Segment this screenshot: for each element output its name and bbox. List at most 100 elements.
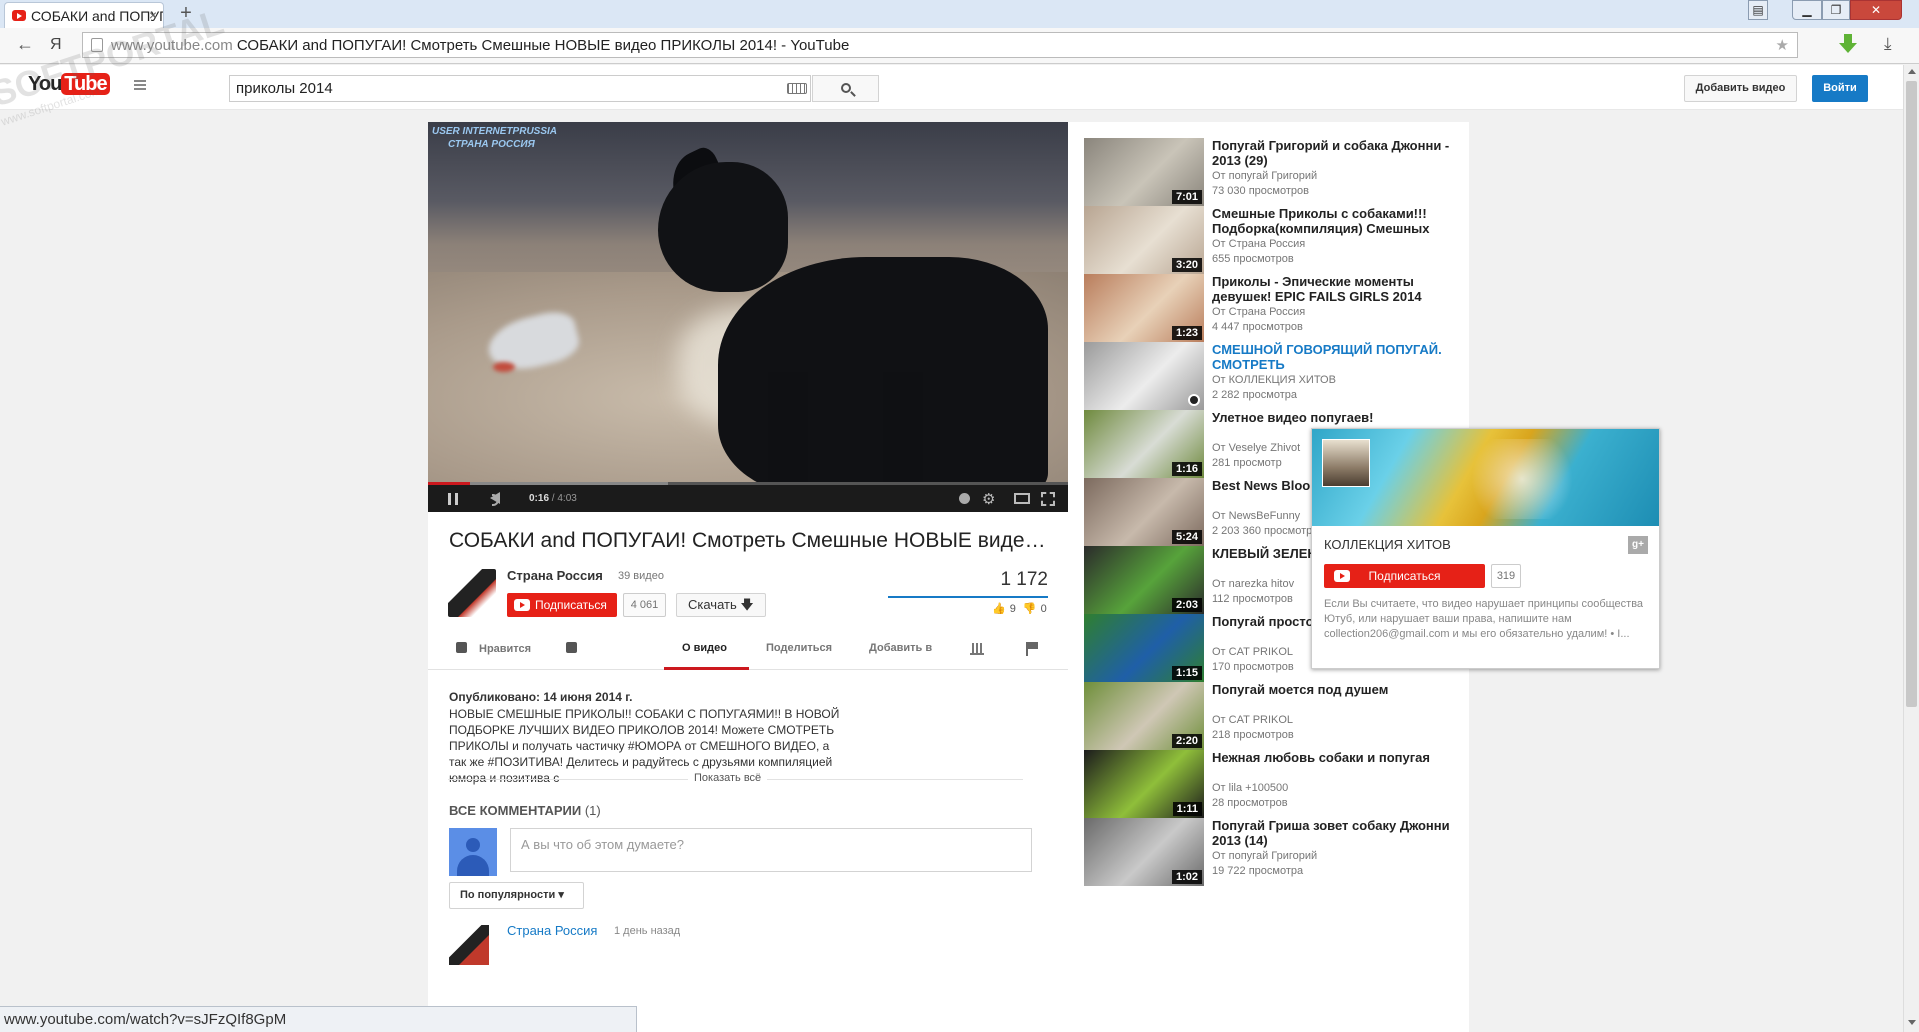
- scroll-up-arrow-icon[interactable]: [1908, 69, 1916, 74]
- related-video-author: От Страна Россия: [1212, 238, 1306, 250]
- downloads-icon[interactable]: ⤓: [1884, 34, 1892, 54]
- related-video-thumbnail[interactable]: 1:02: [1084, 818, 1204, 886]
- related-video-item[interactable]: 1:23 Приколы - Эпические моменты девушек!…: [1084, 274, 1464, 342]
- hovercard-channel-name[interactable]: КОЛЛЕКЦИЯ ХИТОВ: [1324, 537, 1451, 552]
- tab-title: СОБАКИ and ПОПУГ: [31, 8, 164, 24]
- video-overlay-text: USER INTERNETPRUSSIA СТРАНА РОССИЯ: [432, 126, 558, 150]
- dislike-button[interactable]: [566, 642, 589, 655]
- related-video-title[interactable]: Попугай моется под душем: [1212, 682, 1462, 697]
- video-description: НОВЫЕ СМЕШНЫЕ ПРИКОЛЫ!! СОБАКИ С ПОПУГАЯ…: [449, 707, 840, 785]
- page-scrollbar[interactable]: [1903, 65, 1919, 1032]
- upload-button[interactable]: Добавить видео: [1684, 75, 1797, 102]
- related-video-title[interactable]: Попугай Григорий и собака Джонни - 2013 …: [1212, 138, 1462, 168]
- time-display: 0:16 / 4:03: [529, 493, 577, 504]
- related-video-author: От КОЛЛЕКЦИЯ ХИТОВ: [1212, 374, 1336, 386]
- related-video-thumbnail[interactable]: 1:16: [1084, 410, 1204, 478]
- channel-avatar[interactable]: [448, 569, 496, 617]
- back-arrow-icon[interactable]: ←: [16, 34, 34, 55]
- related-video-item[interactable]: СМЕШНОЙ ГОВОРЯЩИЙ ПОПУГАЙ. СМОТРЕТЬ От КО…: [1084, 342, 1464, 410]
- related-video-title[interactable]: Попугай Гриша зовет собаку Джонни 2013 (…: [1212, 818, 1462, 848]
- related-video-thumbnail[interactable]: 3:20: [1084, 206, 1204, 274]
- like-button[interactable]: Нравится: [456, 642, 531, 655]
- search-input[interactable]: [229, 75, 811, 102]
- dislike-count-icon[interactable]: 👎: [1023, 603, 1037, 615]
- volume-icon[interactable]: [490, 492, 500, 506]
- like-ratio-bar: [888, 596, 1048, 598]
- related-video-title[interactable]: Нежная любовь собаки и попугая: [1212, 750, 1462, 765]
- related-video-title[interactable]: СМЕШНОЙ ГОВОРЯЩИЙ ПОПУГАЙ. СМОТРЕТЬ: [1212, 342, 1462, 372]
- related-video-item[interactable]: 7:01 Попугай Григорий и собака Джонни - 2…: [1084, 138, 1464, 206]
- hovercard-channel-avatar[interactable]: [1322, 439, 1370, 487]
- related-video-title[interactable]: Смешные Приколы с собаками!!! Подборка(к…: [1212, 206, 1462, 236]
- report-flag-icon[interactable]: [1026, 642, 1038, 656]
- related-video-thumbnail[interactable]: 2:20: [1084, 682, 1204, 750]
- related-video-title[interactable]: Улетное видео попугаев!: [1212, 410, 1462, 425]
- like-count-icon[interactable]: 👍: [992, 603, 1006, 615]
- tab-close-icon[interactable]: ×: [149, 7, 157, 23]
- comment-author-avatar[interactable]: [449, 925, 489, 965]
- search-button[interactable]: [812, 75, 879, 102]
- related-video-title[interactable]: Приколы - Эпические моменты девушек! EPI…: [1212, 274, 1462, 304]
- related-video-author: От CAT PRIKOL: [1212, 714, 1294, 726]
- video-player[interactable]: USER INTERNETPRUSSIA СТРАНА РОССИЯ 0:16 …: [428, 122, 1068, 512]
- tab-about[interactable]: О видео: [682, 642, 727, 654]
- related-video-thumbnail[interactable]: 5:24: [1084, 478, 1204, 546]
- comment-input[interactable]: А вы что об этом думаете?: [510, 828, 1032, 872]
- show-more-button[interactable]: Показать всё: [688, 772, 768, 784]
- hovercard-subscribe-button[interactable]: Подписаться: [1324, 564, 1485, 588]
- download-button[interactable]: Скачать 🡇: [676, 593, 766, 617]
- close-window-button[interactable]: ✕: [1850, 0, 1902, 20]
- minimize-button[interactable]: ▁: [1792, 0, 1822, 20]
- guide-menu-icon[interactable]: [134, 80, 146, 90]
- settings-gear-icon[interactable]: ⚙: [982, 490, 995, 508]
- scroll-thumb[interactable]: [1906, 81, 1917, 707]
- channel-video-count: 39 видео: [618, 570, 664, 582]
- comment-author[interactable]: Страна Россия: [507, 923, 597, 938]
- google-plus-icon[interactable]: g+: [1628, 536, 1648, 554]
- scroll-down-arrow-icon[interactable]: [1908, 1020, 1916, 1025]
- related-video-thumbnail[interactable]: 1:11: [1084, 750, 1204, 818]
- browser-tab[interactable]: СОБАКИ and ПОПУГ ×: [4, 2, 164, 28]
- tab-share[interactable]: Поделиться: [766, 642, 832, 654]
- channel-name-link[interactable]: Страна Россия: [507, 568, 603, 583]
- player-controls: 0:16 / 4:03 ⚙: [428, 485, 1068, 512]
- stats-icon[interactable]: [970, 643, 984, 655]
- related-video-thumbnail[interactable]: 7:01: [1084, 138, 1204, 206]
- sign-in-button[interactable]: Войти: [1812, 75, 1868, 102]
- maximize-button[interactable]: ❐: [1822, 0, 1850, 20]
- related-video-item[interactable]: 1:11 Нежная любовь собаки и попугая От lil…: [1084, 750, 1464, 818]
- comment-sort-dropdown[interactable]: По популярности ▾: [449, 882, 584, 909]
- youtube-play-icon: [1334, 570, 1350, 582]
- watch-later-clock-icon[interactable]: [1188, 394, 1200, 406]
- related-video-thumbnail[interactable]: 1:15: [1084, 614, 1204, 682]
- related-video-author: От CAT PRIKOL: [1212, 646, 1294, 658]
- bookmark-star-icon[interactable]: ★: [1776, 36, 1789, 54]
- theater-mode-icon[interactable]: [1014, 493, 1030, 504]
- related-video-author: От Veselye Zhivot: [1212, 442, 1301, 454]
- related-video-thumbnail[interactable]: 2:03: [1084, 546, 1204, 614]
- search-icon: [841, 83, 851, 93]
- related-video-views: 19 722 просмотра: [1212, 865, 1304, 877]
- fullscreen-icon[interactable]: [1041, 492, 1055, 506]
- related-video-thumbnail[interactable]: 1:23: [1084, 274, 1204, 342]
- video-duration: 2:03: [1171, 598, 1202, 612]
- video-duration: 1:11: [1172, 802, 1202, 816]
- new-tab-button[interactable]: +: [174, 2, 198, 26]
- subscribe-button[interactable]: Подписаться: [507, 593, 617, 617]
- page-icon: [91, 38, 103, 52]
- download-arrow-green-icon[interactable]: [1838, 33, 1858, 55]
- annotations-icon[interactable]: [959, 493, 970, 504]
- yandex-button[interactable]: Я: [50, 36, 62, 54]
- related-video-item[interactable]: 1:02 Попугай Гриша зовет собаку Джонни 20…: [1084, 818, 1464, 886]
- related-video-item[interactable]: 2:20 Попугай моется под душем От CAT PRIKO…: [1084, 682, 1464, 750]
- youtube-logo[interactable]: You Tube: [28, 73, 110, 96]
- related-video-thumbnail[interactable]: [1084, 342, 1204, 410]
- tab-add-to[interactable]: Добавить в: [869, 642, 932, 654]
- address-bar[interactable]: www.youtube.com СОБАКИ and ПОПУГАИ! Смот…: [82, 32, 1798, 58]
- keyboard-icon[interactable]: [787, 83, 807, 94]
- pause-icon[interactable]: [448, 493, 458, 505]
- likes-dislikes: 👍 9 👎 0: [992, 603, 1047, 615]
- related-video-item[interactable]: 3:20 Смешные Приколы с собаками!!! Подбор…: [1084, 206, 1464, 274]
- window-menu-button[interactable]: ▤: [1748, 0, 1768, 20]
- video-frame[interactable]: USER INTERNETPRUSSIA СТРАНА РОССИЯ: [428, 122, 1068, 497]
